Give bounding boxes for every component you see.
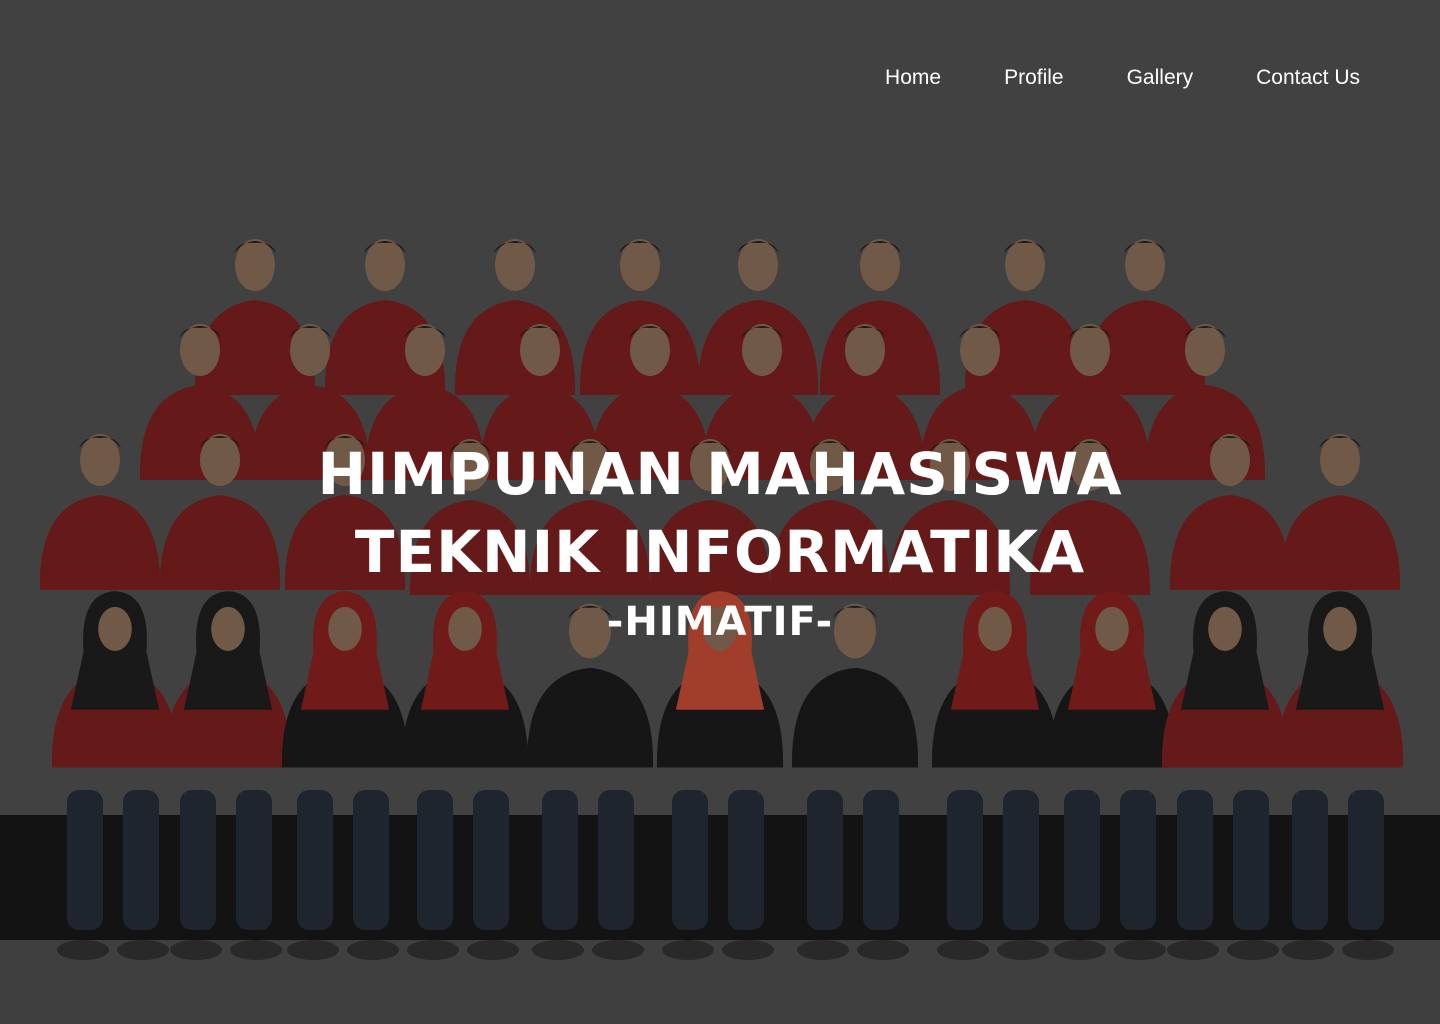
dark-overlay <box>0 0 1440 1024</box>
nav-home[interactable]: Home <box>885 62 941 94</box>
main-nav: Home Profile Gallery Contact Us <box>885 62 1360 94</box>
hero-title-line2: TEKNIK INFORMATIKA <box>354 518 1086 586</box>
nav-gallery[interactable]: Gallery <box>1127 62 1194 94</box>
hero-subtitle: -HIMATIF- <box>606 599 834 645</box>
hero-section <box>0 0 1440 1024</box>
hero-title-line1: HIMPUNAN MAHASISWA <box>317 440 1123 508</box>
nav-profile[interactable]: Profile <box>1004 62 1064 94</box>
nav-contact-us[interactable]: Contact Us <box>1256 62 1360 94</box>
